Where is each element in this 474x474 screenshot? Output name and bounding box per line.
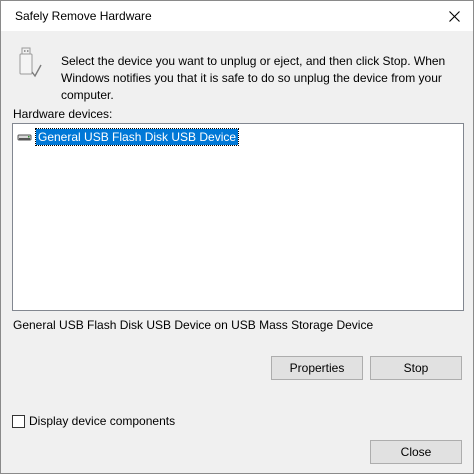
display-components-label: Display device components <box>29 414 176 428</box>
display-components-option[interactable]: Display device components <box>12 414 175 428</box>
usb-drive-icon <box>17 129 33 145</box>
display-components-checkbox[interactable] <box>12 414 25 428</box>
device-name-label: General USB Flash Disk USB Device <box>34 127 240 146</box>
list-item[interactable]: General USB Flash Disk USB Device <box>17 127 240 146</box>
stop-button[interactable]: Stop <box>370 356 462 380</box>
usb-drive-check-icon <box>17 47 43 81</box>
safely-remove-hardware-dialog: Safely Remove Hardware Select the device… <box>0 0 474 474</box>
close-button[interactable]: Close <box>370 440 462 464</box>
window-title: Safely Remove Hardware <box>15 9 152 23</box>
device-status-text: General USB Flash Disk USB Device on USB… <box>13 318 374 332</box>
hardware-devices-label: Hardware devices: <box>13 107 113 121</box>
instructions-text: Select the device you want to unplug or … <box>61 54 446 102</box>
title-bar: Safely Remove Hardware <box>1 1 473 31</box>
properties-button[interactable]: Properties <box>271 356 363 380</box>
hardware-device-list[interactable]: General USB Flash Disk USB Device <box>12 123 464 311</box>
close-icon[interactable] <box>441 3 467 29</box>
